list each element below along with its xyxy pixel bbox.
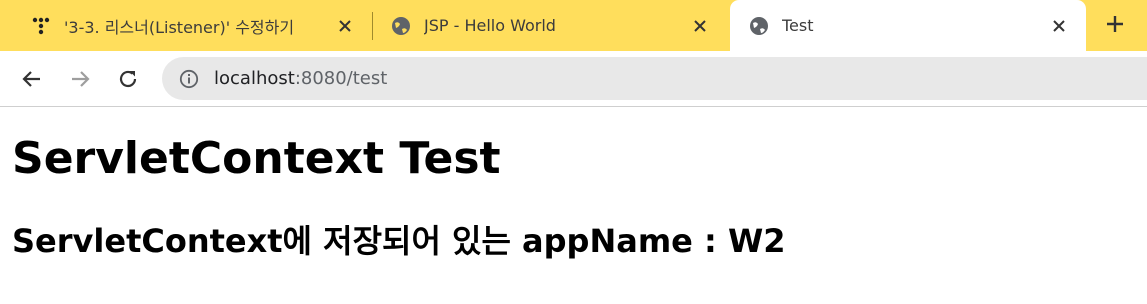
page-subheading: ServletContext에 저장되어 있는 appName : W2 xyxy=(12,222,786,260)
globe-icon xyxy=(748,15,770,37)
tab-tistory[interactable]: '3-3. 리스너(Listener)' 수정하기 xyxy=(0,0,372,51)
close-icon[interactable] xyxy=(1048,15,1070,37)
tab-title: JSP - Hello World xyxy=(424,16,556,35)
page-content: ServletContext Test ServletContext에 저장되어… xyxy=(0,133,1147,261)
back-button[interactable] xyxy=(18,65,46,93)
browser-toolbar: localhost:8080/test xyxy=(0,51,1147,107)
info-icon[interactable] xyxy=(178,68,200,90)
arrow-right-icon xyxy=(72,71,90,87)
tab-jsp-hello[interactable]: JSP - Hello World xyxy=(372,0,727,51)
tab-strip: '3-3. 리스너(Listener)' 수정하기 JSP - Hello Wo… xyxy=(0,0,1147,51)
plus-icon xyxy=(1105,14,1125,38)
tab-test-active[interactable]: Test xyxy=(730,0,1086,51)
tistory-logo-icon xyxy=(30,15,52,37)
page-heading: ServletContext Test xyxy=(12,133,501,184)
url-path: :8080/test xyxy=(294,68,388,89)
address-bar[interactable]: localhost:8080/test xyxy=(162,57,1147,100)
globe-icon xyxy=(390,15,412,37)
forward-button[interactable] xyxy=(66,65,94,93)
tab-title: Test xyxy=(782,16,814,35)
close-icon[interactable] xyxy=(689,15,711,37)
reload-icon xyxy=(119,70,137,88)
tab-title: '3-3. 리스너(Listener)' 수정하기 xyxy=(64,17,295,37)
url-host: localhost xyxy=(214,68,295,89)
reload-button[interactable] xyxy=(114,65,142,93)
new-tab-button[interactable] xyxy=(1090,6,1140,46)
arrow-left-icon xyxy=(22,71,40,87)
close-icon[interactable] xyxy=(334,15,356,37)
